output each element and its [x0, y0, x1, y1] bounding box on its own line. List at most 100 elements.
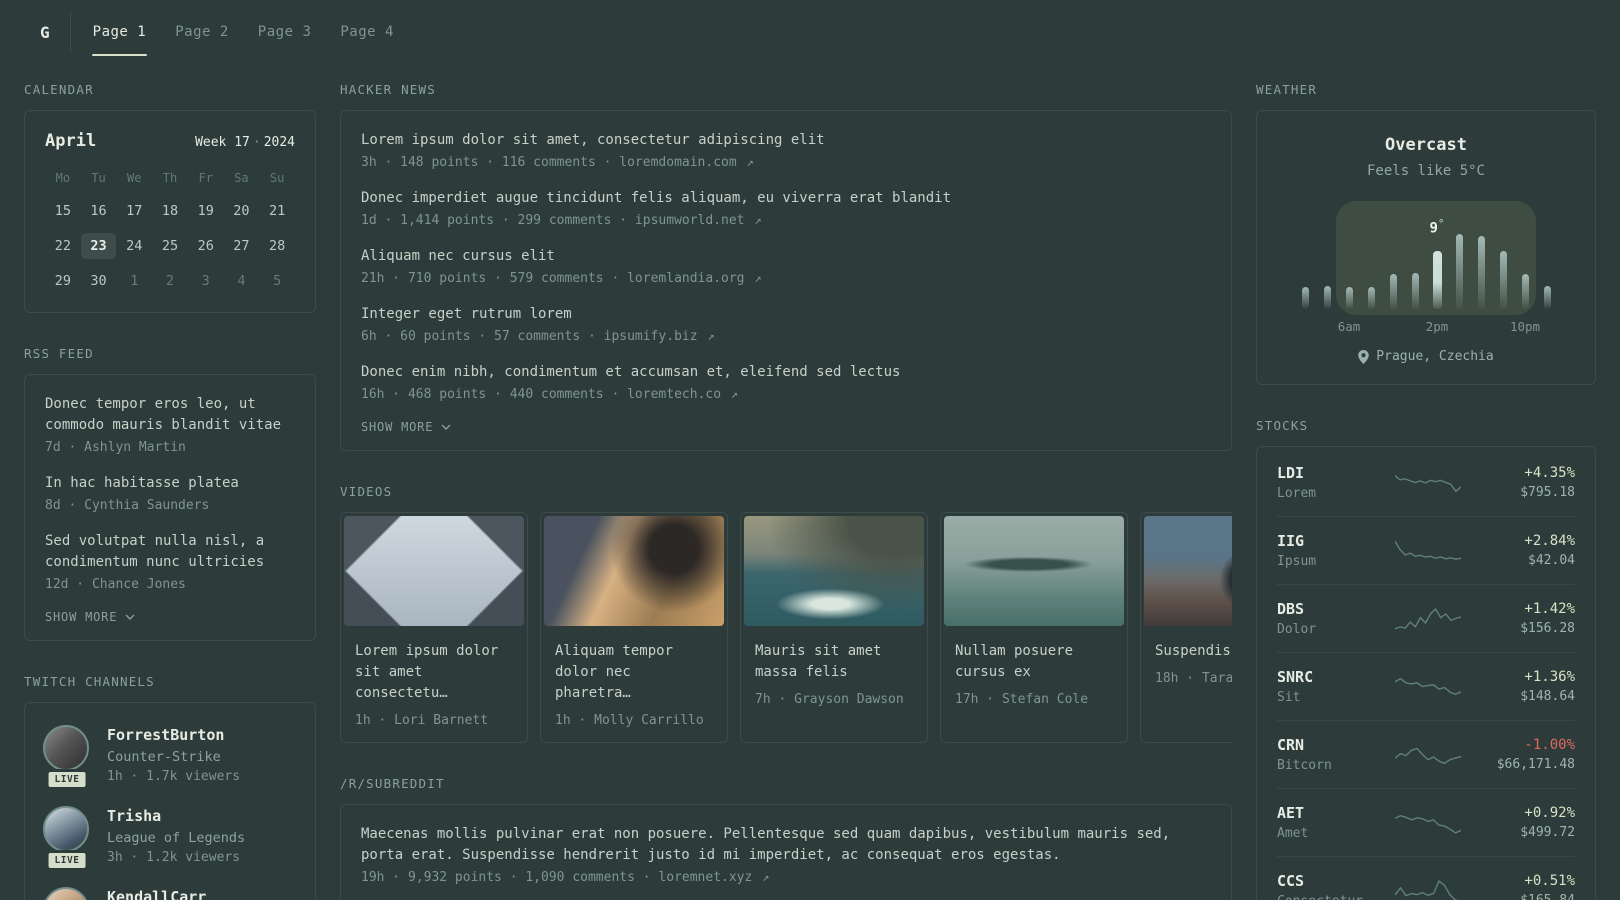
hacker-news-item: Integer eget rutrum lorem 6h · 60 points …	[361, 304, 1211, 344]
stock-sparkline	[1395, 879, 1461, 900]
stock-change: +0.51%	[1524, 873, 1575, 889]
subreddit-list: Maecenas mollis pulvinar erat non posuer…	[361, 824, 1211, 885]
channel-meta: 1h · 1.7k viewers	[107, 769, 241, 784]
calendar-day: 19	[197, 203, 214, 219]
dashboard-page: G Page 1 Page 2 Page 3 Page 4 CALENDAR Apri…	[0, 0, 1620, 900]
videos-section-title: VIDEOS	[340, 484, 393, 499]
hacker-news-item-meta: 16h · 468 points · 440 comments · loremt…	[361, 387, 739, 402]
weather-bar	[1543, 286, 1551, 309]
stock-row[interactable]: LDI Lorem +4.35% $795.18	[1277, 449, 1575, 516]
hacker-news-item-title[interactable]: Donec enim nibh, condimentum et accumsan…	[361, 362, 1211, 383]
hacker-news-item: Aliquam nec cursus elit 21h · 710 points …	[361, 246, 1211, 286]
stock-row[interactable]: AET Amet +0.92% $499.72	[1277, 788, 1575, 856]
stock-change: +1.42%	[1524, 601, 1575, 617]
stock-values: -1.00% $66,171.48	[1471, 737, 1575, 772]
stock-row[interactable]: IIG Ipsum +2.84% $42.04	[1277, 516, 1575, 584]
tab-page-4[interactable]: Page 4	[338, 8, 396, 56]
video-card[interactable]: Nullam posuere cursus ex 17h · Stefan Col…	[940, 512, 1128, 743]
video-meta: 1h · Lori Barnett	[355, 713, 489, 728]
calendar-day: 21	[269, 203, 286, 219]
calendar-day: 18	[161, 203, 179, 219]
stock-row[interactable]: DBS Dolor +1.42% $156.28	[1277, 584, 1575, 652]
stock-identity: DBS Dolor	[1277, 600, 1385, 637]
calendar-day: 28	[269, 238, 286, 254]
calendar-grid: Mo Tu We Th Fr Sa Su 15 16 17 18 19 20 21 22 23 24 25 26 27…	[45, 171, 295, 294]
avatar	[43, 887, 89, 900]
weather-bar	[1521, 274, 1529, 309]
stock-row[interactable]: CRN Bitcorn -1.00% $66,171.48	[1277, 720, 1575, 788]
hacker-news-item: Lorem ipsum dolor sit amet, consectetur …	[361, 130, 1211, 170]
stock-ticker: LDI	[1277, 464, 1305, 482]
hacker-news-item-title[interactable]: Lorem ipsum dolor sit amet, consectetur …	[361, 130, 1211, 151]
rss-item-title[interactable]: Sed volutpat nulla nisl, a condimentum n…	[45, 531, 295, 573]
calendar-separator: ·	[252, 135, 261, 150]
weather-condition: Overcast	[1385, 135, 1467, 155]
stock-price: $156.28	[1520, 621, 1575, 636]
rss-show-more-button[interactable]: SHOW MORE	[45, 610, 135, 624]
weather-bar	[1432, 251, 1442, 309]
channel-name[interactable]: ForrestBurton	[107, 726, 240, 744]
twitch-channel[interactable]: LIVE Trisha League of Legends 3h · 1.2k vie…	[43, 806, 297, 871]
subreddit-post-item-title[interactable]: Maecenas mollis pulvinar erat non posuer…	[361, 824, 1211, 866]
video-card[interactable]: Mauris sit amet massa felis 7h · Grayson …	[740, 512, 928, 743]
channel-meta: 3h · 1.2k viewers	[107, 850, 241, 865]
video-card[interactable]: Lorem ipsum dolor sit amet consectetu… 1h…	[340, 512, 528, 743]
weather-bar	[1345, 287, 1353, 309]
stock-price: $148.64	[1520, 689, 1575, 704]
video-meta: 18h · Tara	[1155, 671, 1232, 686]
hacker-news-item-title[interactable]: Integer eget rutrum lorem	[361, 304, 1211, 325]
stock-row[interactable]: SNRC Sit +1.36% $148.64	[1277, 652, 1575, 720]
avatar-wrap	[43, 887, 91, 900]
video-thumbnail	[344, 516, 524, 626]
channel-name[interactable]: KendallCarr	[107, 888, 206, 900]
calendar-year: 2024	[263, 135, 295, 150]
calendar-day-header: Mo	[55, 171, 71, 185]
video-thumbnail	[744, 516, 924, 626]
twitch-channel[interactable]: KendallCarr	[43, 887, 297, 900]
hacker-news-item-title[interactable]: Donec imperdiet augue tincidunt felis al…	[361, 188, 1211, 209]
stock-values: +1.42% $156.28	[1471, 601, 1575, 636]
stock-sparkline	[1395, 607, 1461, 630]
external-link-icon: ↗	[754, 213, 762, 227]
channel-info: ForrestBurton Counter-Strike 1h · 1.7k vie…	[107, 725, 240, 784]
stock-ticker: CRN	[1277, 736, 1305, 754]
video-title: Mauris sit amet massa felis	[755, 643, 882, 680]
twitch-card: LIVE ForrestBurton Counter-Strike 1h · 1.7k…	[24, 702, 316, 900]
left-column: CALENDAR April Week 17 · 2024 Mo Tu We Th Fr Sa…	[24, 82, 316, 900]
live-badge: LIVE	[45, 850, 89, 871]
twitch-channel[interactable]: LIVE ForrestBurton Counter-Strike 1h · 1.7k…	[43, 725, 297, 790]
subreddit-section-title: /R/SUBREDDIT	[340, 776, 445, 791]
hacker-news-item-title[interactable]: Aliquam nec cursus elit	[361, 246, 1211, 267]
weather-section-title: WEATHER	[1256, 82, 1318, 97]
weather-hour-label: 2pm	[1425, 319, 1449, 334]
calendar-day: 3	[201, 273, 210, 289]
stock-row[interactable]: CCS Consectetur +0.51% $165.84	[1277, 856, 1575, 900]
app-logo[interactable]: G	[24, 8, 70, 56]
weather-bar	[1367, 287, 1375, 309]
video-card[interactable]: Aliquam tempor dolor nec pharetra… 1h · M…	[540, 512, 728, 743]
external-link-icon: ↗	[707, 329, 715, 343]
calendar-day: 29	[54, 273, 71, 289]
external-link-icon: ↗	[754, 271, 762, 285]
calendar-day: 16	[90, 203, 107, 219]
stock-price: $165.84	[1471, 893, 1575, 900]
columns: CALENDAR April Week 17 · 2024 Mo Tu We Th Fr Sa…	[24, 82, 1596, 900]
avatar	[43, 806, 89, 852]
stock-ticker: DBS	[1277, 600, 1305, 618]
weather-location: Prague, Czechia	[1376, 349, 1494, 364]
stock-sparkline	[1395, 814, 1461, 834]
tab-page-3[interactable]: Page 3	[256, 8, 314, 56]
stock-identity: CCS Consectetur	[1277, 872, 1385, 900]
stock-values: +2.84% $42.04	[1471, 533, 1575, 568]
hacker-news-item: Donec enim nibh, condimentum et accumsan…	[361, 362, 1211, 402]
weather-location-row: Prague, Czechia	[1273, 349, 1579, 364]
stock-change: -1.00%	[1524, 737, 1575, 753]
video-card[interactable]: Suspendisse diam 18h · Tara	[1140, 512, 1232, 743]
channel-name[interactable]: Trisha	[107, 807, 245, 825]
rss-item-title[interactable]: Donec tempor eros leo, ut commodo mauris…	[45, 394, 295, 436]
tab-page-1[interactable]: Page 1	[91, 8, 149, 56]
hacker-news-show-more-button[interactable]: SHOW MORE	[361, 420, 451, 434]
videos-row: Lorem ipsum dolor sit amet consectetu… 1h…	[340, 512, 1232, 743]
tab-page-2[interactable]: Page 2	[173, 8, 231, 56]
rss-item-title[interactable]: In hac habitasse platea	[45, 473, 295, 494]
